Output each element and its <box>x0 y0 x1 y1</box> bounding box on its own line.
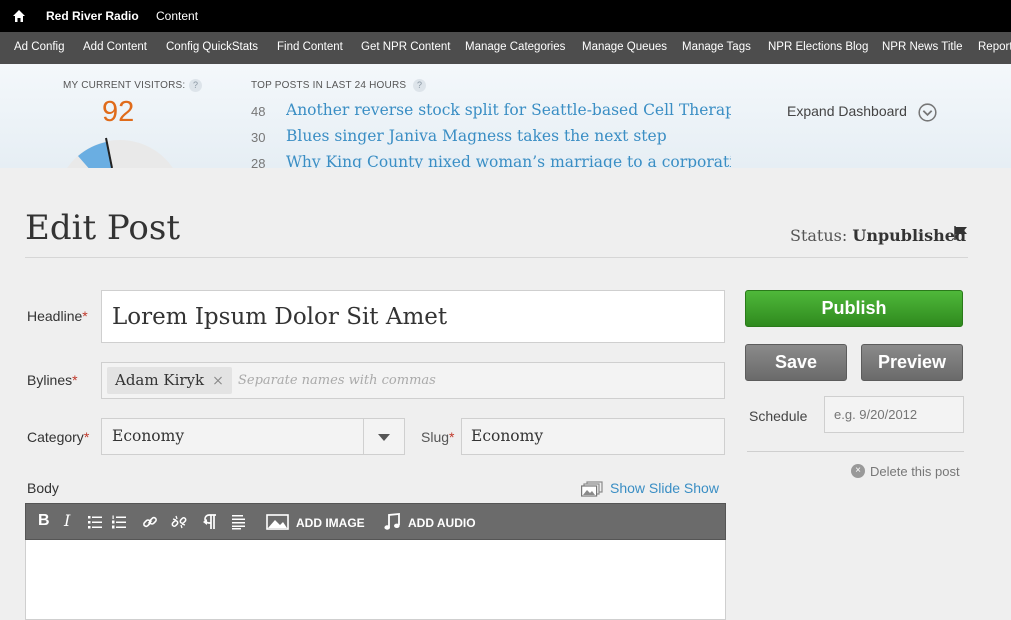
save-button[interactable]: Save <box>745 344 847 381</box>
link-icon[interactable] <box>142 514 158 530</box>
visitors-label: MY CURRENT VISITORS: <box>63 80 186 91</box>
slideshow-icon[interactable] <box>581 481 603 497</box>
shortcut-ad-config[interactable]: Ad Config <box>14 41 65 53</box>
headline-label-text: Headline <box>27 308 83 324</box>
chevron-down-icon[interactable] <box>918 103 937 122</box>
dropdown-arrow-icon[interactable] <box>378 434 390 441</box>
top-post-count: 30 <box>251 130 266 145</box>
add-image-button[interactable]: ADD IMAGE <box>296 514 365 532</box>
slug-label-text: Slug <box>421 429 450 445</box>
justify-icon[interactable] <box>231 514 247 530</box>
select-divider <box>363 419 364 454</box>
admin-toolbar: Red River Radio Content <box>0 0 1011 32</box>
bylines-placeholder: Separate names with commas <box>238 373 436 388</box>
page-title: Edit Post <box>25 208 181 248</box>
shortcut-manage-queues[interactable]: Manage Queues <box>582 41 667 53</box>
delete-icon[interactable]: × <box>851 464 865 478</box>
top-post-link[interactable]: Another reverse stock split for Seattle-… <box>286 101 731 119</box>
status-value: Unpublished <box>852 226 967 245</box>
status-label: Status: <box>790 226 848 245</box>
paragraph-icon[interactable] <box>202 514 218 530</box>
bylines-label-text: Bylines <box>27 372 73 388</box>
editor-toolbar: B I ADD IMAGE ADD AUDIO <box>25 503 726 540</box>
add-audio-button[interactable]: ADD AUDIO <box>408 514 476 532</box>
category-select[interactable]: Economy <box>101 418 405 455</box>
category-label-text: Category <box>27 429 84 445</box>
required-mark: * <box>83 429 90 445</box>
content-link[interactable]: Content <box>156 9 198 23</box>
required-mark: * <box>72 372 78 388</box>
preview-button[interactable]: Preview <box>861 344 963 381</box>
shortcut-report[interactable]: Report <box>978 41 1011 53</box>
shortcut-manage-categories[interactable]: Manage Categories <box>465 41 565 53</box>
slug-value: Economy <box>471 427 544 445</box>
byline-token-label: Adam Kiryk <box>115 371 205 389</box>
bulleted-list-icon[interactable] <box>88 515 102 529</box>
site-name-link[interactable]: Red River Radio <box>46 9 139 23</box>
actions-divider <box>747 451 964 452</box>
body-editor[interactable] <box>25 540 726 620</box>
byline-token: Adam Kiryk × <box>107 367 232 394</box>
numbered-list-icon[interactable] <box>112 515 126 529</box>
bold-button[interactable]: B <box>38 512 50 530</box>
home-icon[interactable] <box>12 9 26 23</box>
image-icon[interactable] <box>266 514 289 530</box>
music-note-icon[interactable] <box>384 513 400 531</box>
bylines-field[interactable]: Adam Kiryk × Separate names with commas <box>101 362 725 399</box>
schedule-label: Schedule <box>749 408 808 424</box>
flag-icon <box>954 226 967 240</box>
shortcut-get-npr-content[interactable]: Get NPR Content <box>361 41 450 53</box>
shortcut-npr-news-title[interactable]: NPR News Title <box>882 41 963 53</box>
dashboard-panel: MY CURRENT VISITORS: ? 92 TOP POSTS IN L… <box>0 64 1011 169</box>
post-status: Status: Unpublished <box>790 226 966 245</box>
title-divider <box>25 257 968 258</box>
schedule-input[interactable] <box>824 396 964 433</box>
expand-dashboard-link[interactable]: Expand Dashboard <box>787 103 907 119</box>
bylines-label: Bylines* <box>27 372 78 388</box>
shortcut-find-content[interactable]: Find Content <box>277 41 343 53</box>
required-mark: * <box>82 308 88 324</box>
shortcut-config-quickstats[interactable]: Config QuickStats <box>166 41 258 53</box>
visitors-count: 92 <box>102 96 135 128</box>
body-label: Body <box>27 480 59 496</box>
top-posts-help-icon[interactable]: ? <box>413 79 426 92</box>
top-post-link[interactable]: Why King County nixed woman’s marriage t… <box>286 153 731 168</box>
shortcut-bar: Ad Config Add Content Config QuickStats … <box>0 32 1011 64</box>
delete-post-link[interactable]: Delete this post <box>870 464 960 479</box>
italic-button[interactable]: I <box>64 512 70 530</box>
required-mark: * <box>449 429 455 445</box>
show-slide-show-link[interactable]: Show Slide Show <box>610 480 719 496</box>
slug-label: Slug* <box>421 429 454 445</box>
category-label: Category* <box>27 429 89 445</box>
shortcut-add-content[interactable]: Add Content <box>83 41 147 53</box>
remove-byline-icon[interactable]: × <box>212 373 224 389</box>
slug-input[interactable]: Economy <box>461 418 725 455</box>
visitors-help-icon[interactable]: ? <box>189 79 202 92</box>
visitors-gauge <box>67 137 173 168</box>
top-post-link[interactable]: Blues singer Janiva Magness takes the ne… <box>286 127 731 145</box>
headline-label: Headline* <box>27 308 88 324</box>
unlink-icon[interactable] <box>171 514 187 530</box>
headline-input[interactable] <box>101 290 725 343</box>
shortcut-manage-tags[interactable]: Manage Tags <box>682 41 751 53</box>
top-post-count: 48 <box>251 104 266 119</box>
edit-post-panel: Edit Post Status: Unpublished Headline* … <box>0 168 1011 620</box>
category-value: Economy <box>112 427 185 445</box>
shortcut-npr-elections-blog[interactable]: NPR Elections Blog <box>768 41 868 53</box>
top-posts-label: TOP POSTS IN LAST 24 HOURS <box>251 80 407 91</box>
publish-button[interactable]: Publish <box>745 290 963 327</box>
